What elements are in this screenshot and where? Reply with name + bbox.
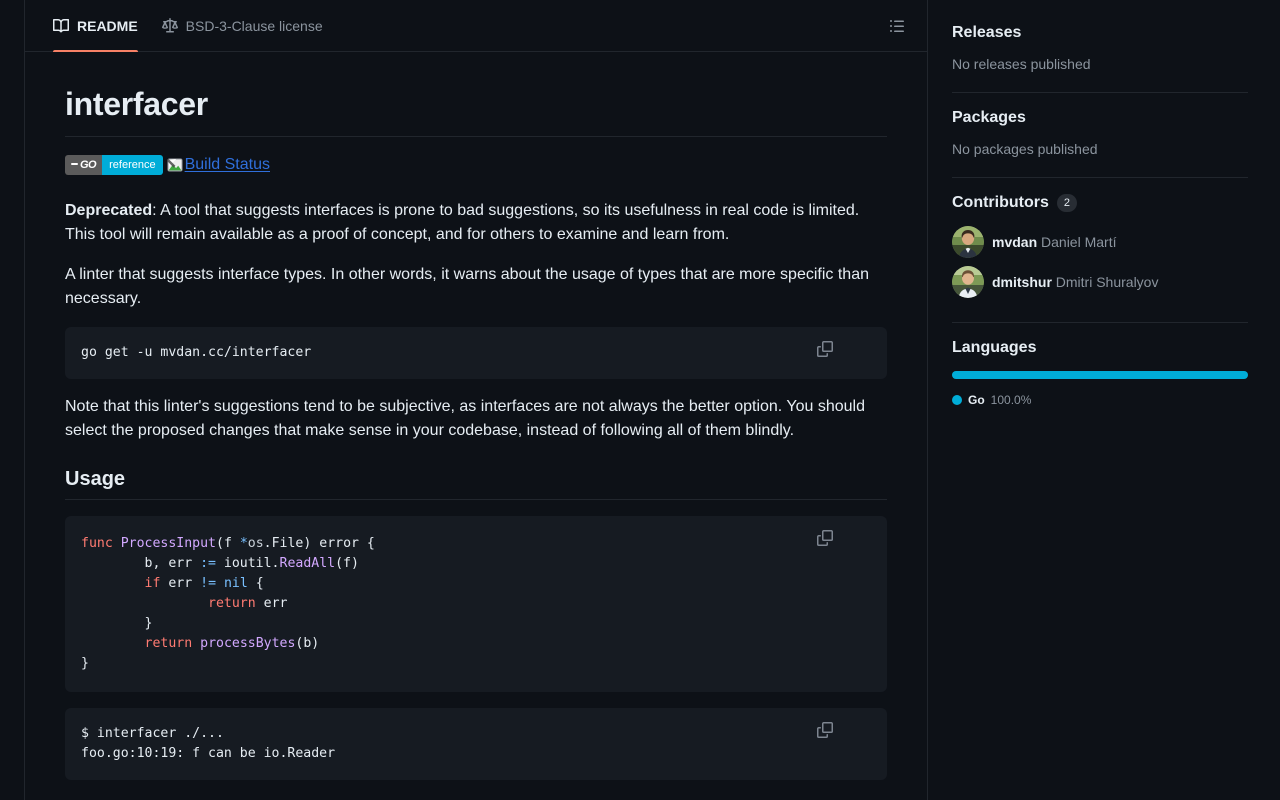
go-reference-badge-left: GO bbox=[65, 155, 103, 175]
copy-button-usage[interactable] bbox=[817, 524, 879, 552]
releases-section: Releases No releases published bbox=[952, 16, 1248, 92]
usage-code-block: func ProcessInput(f *os.File) error { b,… bbox=[65, 516, 887, 692]
list-unordered-icon bbox=[889, 18, 905, 34]
contributor-login: mvdan bbox=[992, 234, 1038, 250]
language-legend-item-go[interactable]: Go 100.0% bbox=[952, 393, 1248, 407]
contributors-section: Contributors 2 mvdan Daniel Martí dmitsh… bbox=[952, 177, 1248, 322]
heading-usage: Usage bbox=[65, 467, 887, 500]
languages-section: Languages Go 100.0% bbox=[952, 322, 1248, 423]
paragraph-deprecated-text: A tool that suggests interfaces is prone… bbox=[65, 202, 860, 243]
packages-empty-text: No packages published bbox=[952, 141, 1098, 157]
copy-icon bbox=[817, 708, 887, 778]
go-reference-badge-right-label: reference bbox=[102, 155, 163, 175]
list-item[interactable]: mvdan Daniel Martí bbox=[952, 226, 1248, 258]
paragraph-intro-text: A linter that suggests interface types. … bbox=[65, 266, 869, 307]
tab-readme[interactable]: README bbox=[41, 0, 150, 52]
install-code-block: go get -u mvdan.cc/interfacer bbox=[65, 327, 887, 379]
terminal-code-block: $ interfacer ./... foo.go:10:19: f can b… bbox=[65, 708, 887, 780]
install-code-text: go get -u mvdan.cc/interfacer bbox=[81, 345, 312, 360]
broken-image-icon bbox=[167, 157, 183, 173]
paragraph-intro: A linter that suggests interface types. … bbox=[65, 263, 887, 311]
tab-license[interactable]: BSD-3-Clause license bbox=[150, 0, 335, 52]
paragraph-note: Note that this linter's suggestions tend… bbox=[65, 398, 865, 439]
contributor-name: mvdan Daniel Martí bbox=[992, 234, 1116, 250]
avatar[interactable] bbox=[952, 266, 984, 298]
language-name: Go bbox=[968, 393, 985, 407]
packages-section: Packages No packages published bbox=[952, 92, 1248, 177]
contributor-fullname: Dmitri Shuralyov bbox=[1055, 274, 1159, 290]
law-scale-icon bbox=[161, 17, 178, 34]
paragraph-deprecated-lead: Deprecated bbox=[65, 202, 153, 219]
badge-row: GO reference Build Status bbox=[65, 155, 887, 175]
page-title: interfacer bbox=[65, 84, 887, 137]
go-logo-icon bbox=[71, 163, 78, 165]
language-bar bbox=[952, 371, 1248, 379]
contributors-count-badge: 2 bbox=[1056, 194, 1077, 212]
copy-icon bbox=[817, 327, 887, 379]
repo-sidebar: Releases No releases published Packages … bbox=[928, 0, 1280, 800]
releases-empty-text: No releases published bbox=[952, 56, 1091, 72]
build-status-link[interactable]: Build Status bbox=[167, 156, 270, 174]
readme-panel: README BSD-3-Clause license interfacer G… bbox=[24, 0, 928, 800]
paragraph-deprecated: Deprecated: A tool that suggests interfa… bbox=[65, 199, 887, 247]
tab-license-label: BSD-3-Clause license bbox=[185, 17, 323, 34]
languages-heading[interactable]: Languages bbox=[952, 339, 1248, 357]
copy-button-install[interactable] bbox=[817, 335, 879, 363]
tab-readme-label: README bbox=[77, 17, 138, 34]
paragraph-deprecated-sep: : bbox=[152, 202, 161, 219]
book-icon bbox=[53, 18, 69, 34]
build-status-label: Build Status bbox=[184, 156, 270, 173]
contributors-heading-label: Contributors bbox=[952, 194, 1049, 211]
readme-tabstrip: README BSD-3-Clause license bbox=[25, 0, 927, 52]
contributors-heading[interactable]: Contributors 2 bbox=[952, 194, 1248, 212]
language-color-dot bbox=[952, 395, 962, 405]
avatar[interactable] bbox=[952, 226, 984, 258]
outline-button[interactable] bbox=[883, 12, 911, 40]
packages-heading[interactable]: Packages bbox=[952, 109, 1248, 127]
contributor-name: dmitshur Dmitri Shuralyov bbox=[992, 274, 1158, 290]
contributor-fullname: Daniel Martí bbox=[1041, 234, 1117, 250]
repo-readme-page: README BSD-3-Clause license interfacer G… bbox=[0, 0, 1280, 800]
list-item[interactable]: dmitshur Dmitri Shuralyov bbox=[952, 266, 1248, 298]
go-reference-badge[interactable]: GO reference bbox=[65, 155, 163, 175]
usage-code-text: func ProcessInput(f *os.File) error { b,… bbox=[81, 536, 375, 671]
copy-icon bbox=[817, 516, 887, 586]
readme-content: interfacer GO reference Build Status Dep… bbox=[25, 52, 927, 800]
language-bar-segment-go[interactable] bbox=[952, 371, 1248, 379]
copy-button-terminal[interactable] bbox=[817, 716, 879, 744]
go-reference-badge-left-label: GO bbox=[80, 159, 97, 171]
contributor-login: dmitshur bbox=[992, 274, 1052, 290]
terminal-code-text: $ interfacer ./... foo.go:10:19: f can b… bbox=[81, 726, 336, 761]
language-percent: 100.0% bbox=[990, 393, 1032, 407]
releases-heading[interactable]: Releases bbox=[952, 24, 1248, 42]
